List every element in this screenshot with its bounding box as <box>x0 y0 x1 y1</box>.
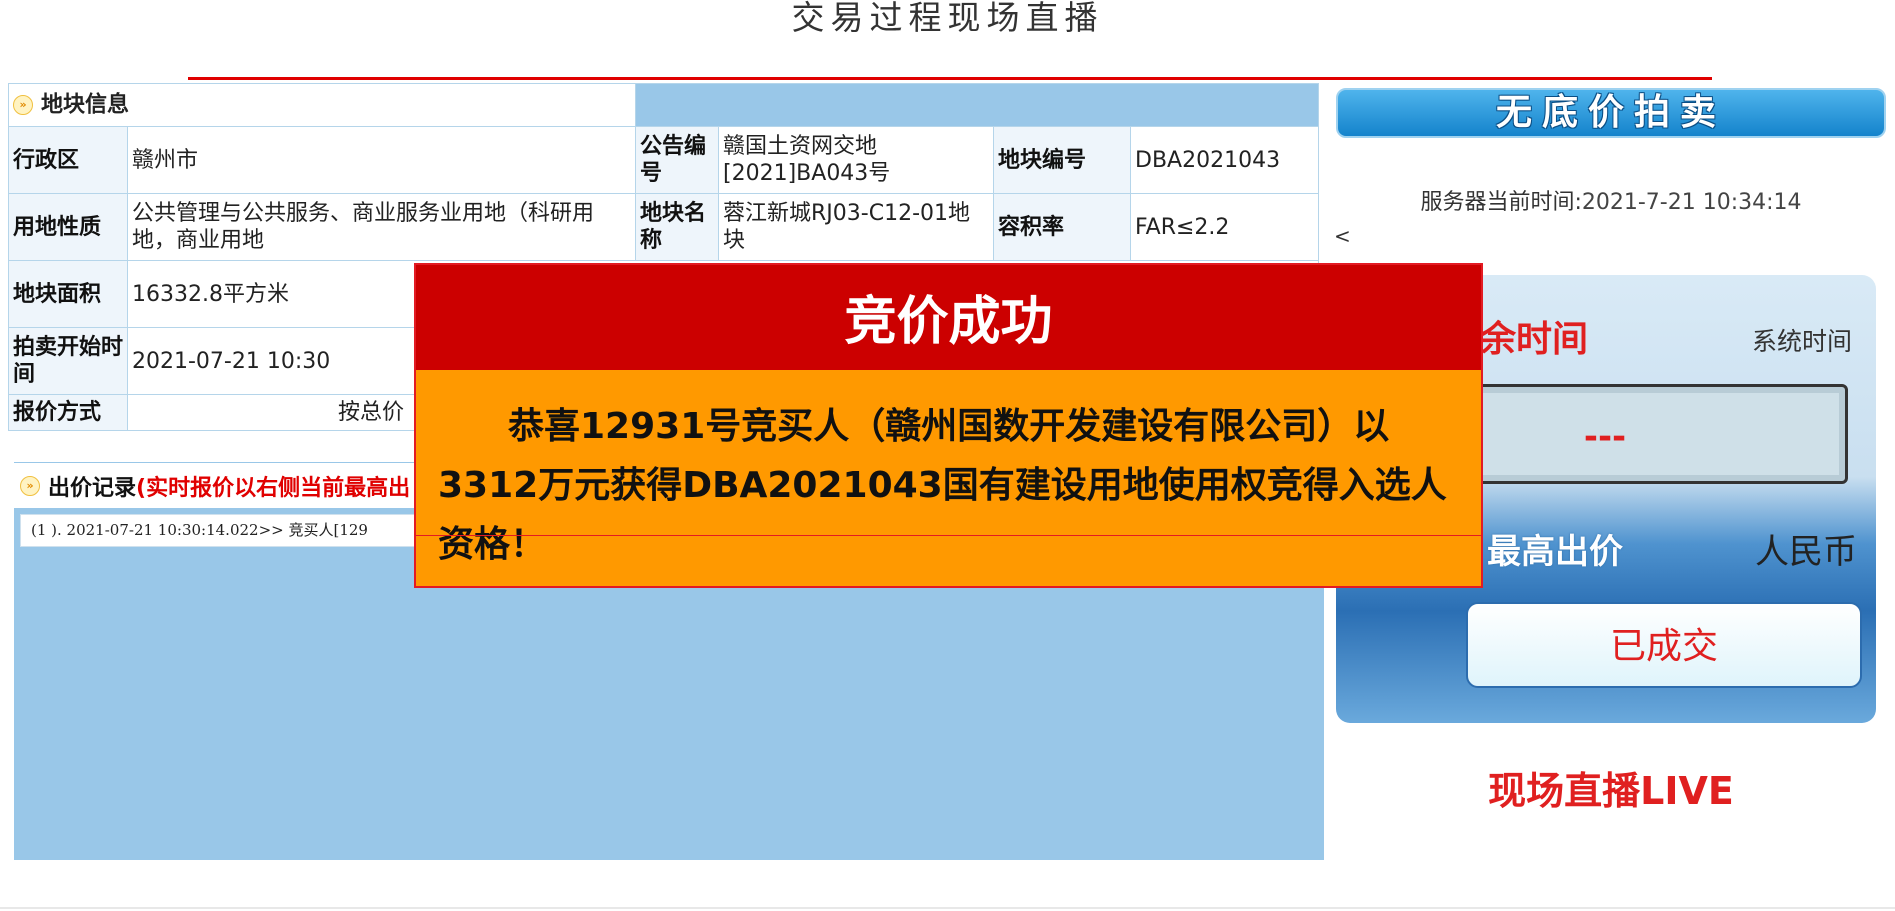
bid-record-title: 出价记录 <box>48 475 137 501</box>
parcel-info-header: » 地块信息 <box>7 83 637 127</box>
value-far: FAR≤2.2 <box>1130 193 1320 261</box>
label-bid-method: 报价方式 <box>8 394 128 431</box>
table-row: 用地性质 公共管理与公共服务、商业服务业用地（科研用地，商业用地 地块名称 蓉江… <box>8 193 1320 261</box>
modal-title: 竞价成功 <box>416 265 1481 370</box>
modal-divider <box>416 535 1481 536</box>
value-district: 赣州市 <box>126 126 637 194</box>
title-divider <box>188 77 1712 80</box>
server-time: 服务器当前时间:2021-7-21 10:34:14 <box>1336 184 1886 216</box>
bid-method-text: 按总价 <box>338 400 405 425</box>
live-label: 现场直播LIVE <box>1488 769 1734 813</box>
bid-record-subtitle: (实时报价以右侧当前最高出 <box>136 475 411 501</box>
arrow-bullet-icon: » <box>20 475 40 496</box>
label-start-time: 拍卖开始时间 <box>8 327 128 395</box>
server-time-label: 服务器当前时间: <box>1420 190 1582 215</box>
value-land-use: 公共管理与公共服务、商业服务业用地（科研用地，商业用地 <box>126 193 637 261</box>
parcel-info-header-fill <box>635 83 1320 127</box>
table-row: 行政区 赣州市 公告编号 赣国土资网交地[2021]BA043号 地块编号 DB… <box>8 126 1320 194</box>
label-district: 行政区 <box>8 126 128 194</box>
price-status-display: 已成交 <box>1466 602 1862 688</box>
label-far: 容积率 <box>993 193 1132 261</box>
server-time-value: 2021-7-21 10:34:14 <box>1581 190 1802 215</box>
parcel-info-title: 地块信息 <box>41 92 130 118</box>
system-time-label: 系统时间 <box>1752 327 1853 356</box>
label-parcel-no: 地块编号 <box>993 126 1132 194</box>
remaining-time-label: 余时间 <box>1480 319 1589 360</box>
left-arrow-icon[interactable]: < <box>1334 224 1351 248</box>
currency-label: 人民币 <box>1755 532 1857 572</box>
label-area: 地块面积 <box>8 260 128 328</box>
label-land-use: 用地性质 <box>8 193 128 261</box>
success-modal: 竞价成功 恭喜12931号竞买人（赣州国数开发建设有限公司）以3312万元获得D… <box>414 263 1483 588</box>
arrow-bullet-icon: » <box>13 95 33 116</box>
value-parcel-name: 蓉江新城RJ03-C12-01地块 <box>718 193 995 261</box>
highest-bid-label: 最高出价 <box>1487 532 1623 572</box>
value-parcel-no: DBA2021043 <box>1130 126 1320 194</box>
bottom-divider <box>0 907 1895 909</box>
label-notice-no: 公告编号 <box>635 126 720 194</box>
page-title: 交易过程现场直播 <box>791 0 1104 37</box>
label-parcel-name: 地块名称 <box>635 193 720 261</box>
value-notice-no: 赣国土资网交地[2021]BA043号 <box>718 126 995 194</box>
no-reserve-banner: 无底价拍卖 <box>1336 88 1886 138</box>
modal-message: 恭喜12931号竞买人（赣州国数开发建设有限公司）以3312万元获得DBA202… <box>438 406 1447 565</box>
